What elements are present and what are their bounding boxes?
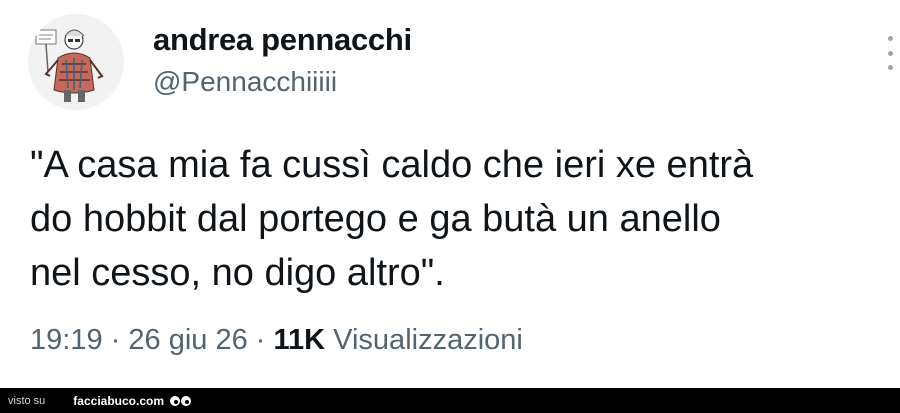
separator: · — [255, 324, 266, 356]
avatar[interactable] — [28, 14, 124, 110]
separator: · — [110, 324, 121, 356]
dot — [887, 65, 893, 70]
watermark-footer: visto su facciabuco.com — [0, 388, 900, 413]
dot — [887, 36, 893, 41]
author-display-name[interactable]: andrea pennacchi — [153, 22, 412, 58]
views-label: Visualizzazioni — [333, 324, 523, 356]
tweet-text-line: nel cesso, no digo altro". — [30, 252, 445, 294]
tweet-date[interactable]: 26 giu 26 — [128, 324, 247, 356]
visto-su-label: visto su — [8, 394, 46, 407]
more-options-icon[interactable] — [884, 36, 896, 70]
tweet-text-line: "A casa mia fa cussì caldo che ieri xe e… — [30, 144, 754, 186]
eye-icon — [181, 395, 191, 406]
dot — [887, 50, 893, 56]
caricature-avatar-icon — [28, 14, 124, 110]
eyes-logo-icon — [170, 395, 191, 406]
site-name[interactable]: facciabuco.com — [73, 394, 164, 408]
tweet-card: andrea pennacchi @Pennacchiiiii "A casa … — [0, 0, 900, 388]
tweet-text-line: do hobbit dal portego e ga butà un anell… — [30, 198, 721, 240]
tweet-time[interactable]: 19:19 — [30, 324, 103, 356]
eye-icon — [170, 395, 180, 406]
tweet-text: "A casa mia fa cussì caldo che ieri xe e… — [30, 138, 880, 300]
views-count: 11K — [273, 324, 326, 356]
tweet-meta: 19:19 · 26 giu 26 · 11K Visualizzazioni — [30, 324, 523, 357]
author-handle[interactable]: @Pennacchiiiii — [153, 66, 337, 98]
